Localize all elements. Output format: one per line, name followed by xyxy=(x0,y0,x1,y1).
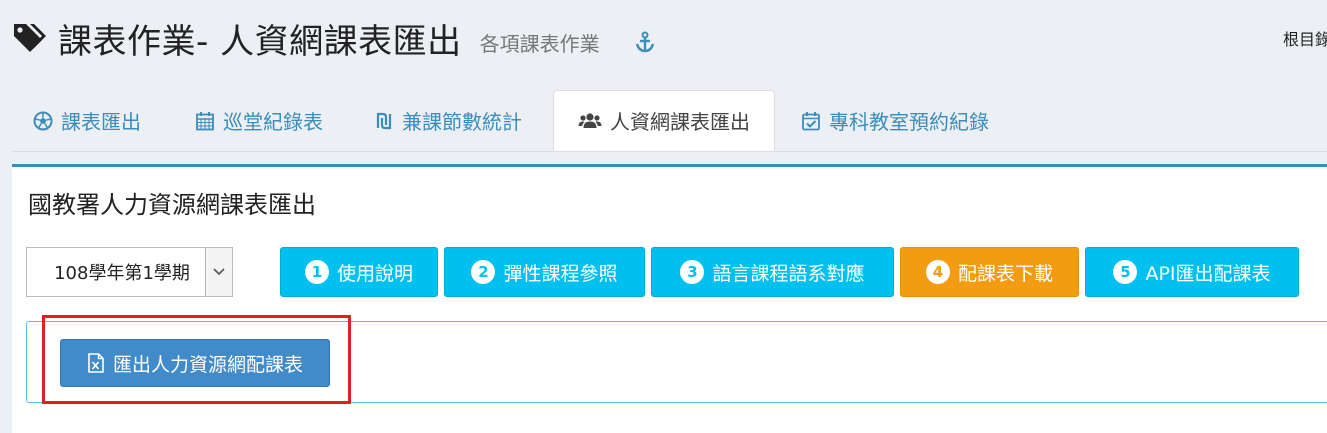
step-label: 配課表下載 xyxy=(957,262,1053,285)
export-button-label: 匯出人力資源網配課表 xyxy=(112,353,303,376)
tab-part-time-stats[interactable]: 兼課節數統計 xyxy=(374,90,522,151)
anchor-icon[interactable] xyxy=(634,31,656,53)
tab-label: 人資網課表匯出 xyxy=(610,110,750,134)
step-number-badge: 1 xyxy=(304,260,329,284)
step-3-language-mapping-button[interactable]: 3 語言課程語系對應 xyxy=(651,247,894,297)
export-hr-schedule-button[interactable]: 匯出人力資源網配課表 xyxy=(60,339,330,387)
page-header: 課表作業- 人資網課表匯出 各項課表作業 xyxy=(12,10,656,66)
step-label: 使用說明 xyxy=(336,262,413,285)
content-box: 國教署人力資源網課表匯出 108學年第1學期 1 使用說明 2 彈性課程參照 3… xyxy=(12,164,1327,433)
step-label: API匯出配課表 xyxy=(1145,262,1271,285)
semester-value: 108學年第1學期 xyxy=(54,263,190,284)
soccer-ball-icon xyxy=(33,111,53,130)
tab-hr-schedule-export[interactable]: 人資網課表匯出 xyxy=(553,90,775,151)
file-excel-icon xyxy=(88,353,104,373)
tags-icon xyxy=(14,24,46,52)
tab-schedule-export[interactable]: 課表匯出 xyxy=(33,90,141,151)
users-icon xyxy=(578,112,602,128)
tab-patrol-record[interactable]: 巡堂紀錄表 xyxy=(195,90,323,151)
step-number-badge: 5 xyxy=(1113,260,1138,284)
calendar-grid-icon xyxy=(196,111,214,130)
tab-classroom-booking[interactable]: 專科教室預約紀錄 xyxy=(801,90,989,151)
breadcrumb-root[interactable]: 根目錄 xyxy=(1283,26,1327,50)
panel-title: 國教署人力資源網課表匯出 xyxy=(28,191,316,219)
step-number-badge: 4 xyxy=(925,260,950,284)
step-1-usage-button[interactable]: 1 使用說明 xyxy=(280,247,438,297)
step-4-download-button[interactable]: 4 配課表下載 xyxy=(900,247,1079,297)
step-number-badge: 3 xyxy=(680,260,705,284)
currency-icon xyxy=(376,112,392,129)
tab-label: 課表匯出 xyxy=(61,110,141,134)
chevron-down-icon[interactable] xyxy=(205,248,232,296)
semester-select[interactable]: 108學年第1學期 xyxy=(26,247,233,297)
step-5-api-export-button[interactable]: 5 API匯出配課表 xyxy=(1085,247,1299,297)
tab-bar: 課表匯出 巡堂紀錄表 兼課節數統計 人資網課表匯出 專科教室預約紀錄 xyxy=(12,90,1327,152)
step-number-badge: 2 xyxy=(471,260,496,284)
calendar-check-icon xyxy=(802,111,820,130)
page-subtitle: 各項課表作業 xyxy=(479,31,600,56)
export-panel: 匯出人力資源網配課表 xyxy=(26,321,1327,403)
page-title: 課表作業- 人資網課表匯出 xyxy=(58,21,462,62)
step-2-elective-mapping-button[interactable]: 2 彈性課程參照 xyxy=(444,247,645,297)
step-label: 語言課程語系對應 xyxy=(712,262,865,285)
step-label: 彈性課程參照 xyxy=(503,262,618,285)
tab-label: 兼課節數統計 xyxy=(402,110,522,134)
tab-label: 專科教室預約紀錄 xyxy=(829,110,989,134)
tab-label: 巡堂紀錄表 xyxy=(223,110,323,134)
